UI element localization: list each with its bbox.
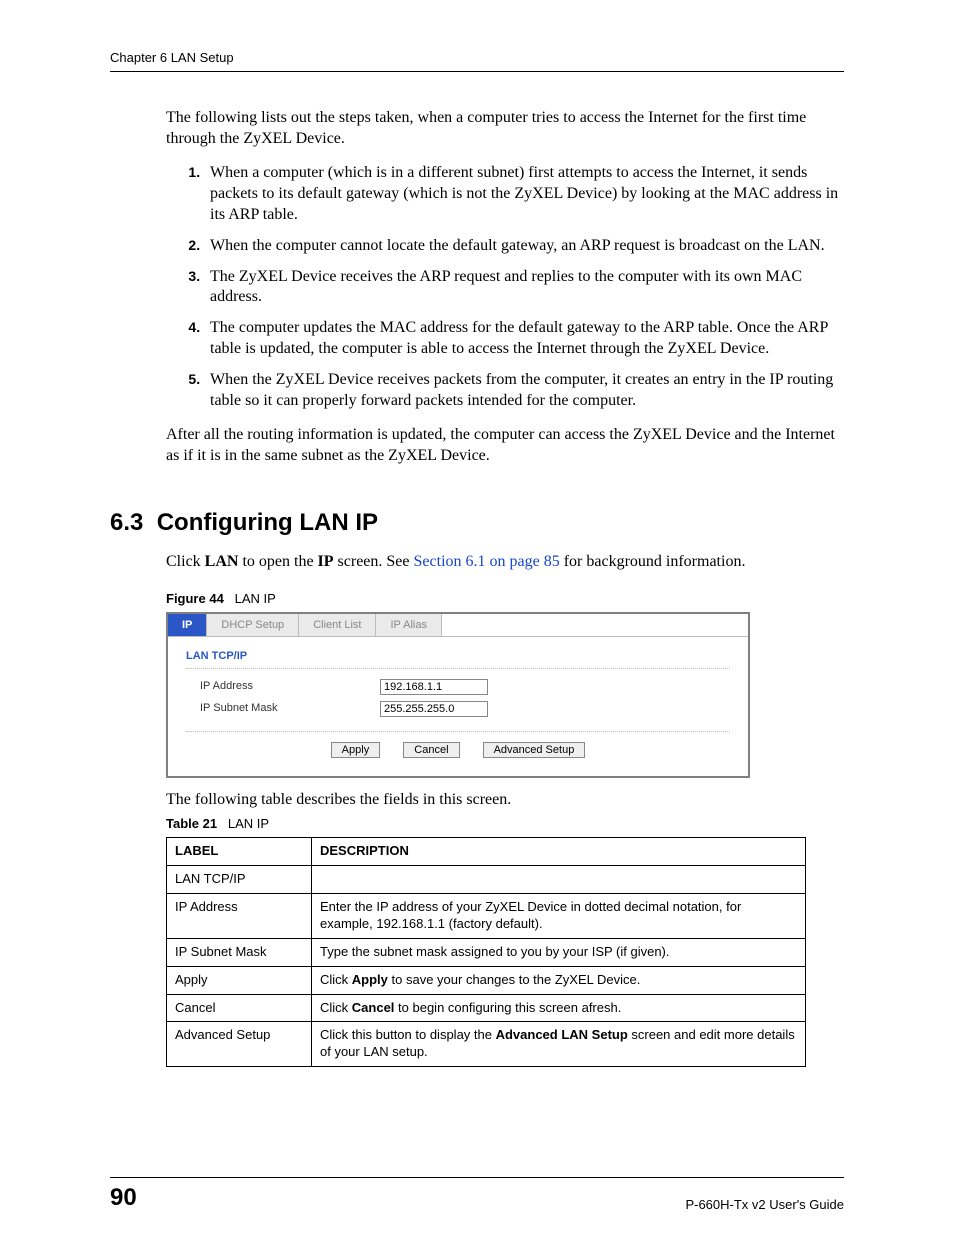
post-figure-paragraph: The following table describes the fields… xyxy=(166,790,844,811)
page-header: Chapter 6 LAN Setup xyxy=(110,50,844,72)
button-row: Apply Cancel Advanced Setup xyxy=(186,731,730,758)
table-row: Cancel Click Cancel to begin configuring… xyxy=(167,994,806,1022)
th-description: DESCRIPTION xyxy=(312,838,806,866)
ip-address-label: IP Address xyxy=(200,679,380,693)
table-row: LAN TCP/IP xyxy=(167,866,806,894)
table-caption: Table 21 LAN IP xyxy=(166,816,844,833)
apply-button[interactable]: Apply xyxy=(331,742,381,758)
step-3: The ZyXEL Device receives the ARP reques… xyxy=(204,267,844,309)
cross-reference-link[interactable]: Section 6.1 on page 85 xyxy=(414,553,560,570)
tab-ip[interactable]: IP xyxy=(168,614,207,636)
figure-tabbar: IP DHCP Setup Client List IP Alias xyxy=(168,614,748,637)
panel-title: LAN TCP/IP xyxy=(186,649,730,668)
section-heading: 6.3 Configuring LAN IP xyxy=(110,507,844,538)
chapter-label: Chapter 6 LAN Setup xyxy=(110,50,234,65)
page-number: 90 xyxy=(110,1182,137,1213)
tab-dhcp-setup[interactable]: DHCP Setup xyxy=(207,614,299,636)
cancel-button[interactable]: Cancel xyxy=(403,742,459,758)
figure-caption: Figure 44 LAN IP xyxy=(166,591,844,608)
click-lan-paragraph: Click LAN to open the IP screen. See Sec… xyxy=(166,552,844,573)
steps-list: When a computer (which is in a different… xyxy=(166,163,844,411)
ip-subnet-mask-label: IP Subnet Mask xyxy=(200,701,380,715)
th-label: LABEL xyxy=(167,838,312,866)
figure-panel: LAN TCP/IP IP Address IP Subnet Mask App… xyxy=(168,637,748,775)
figure-lan-ip: IP DHCP Setup Client List IP Alias LAN T… xyxy=(166,612,750,778)
field-ip-subnet-mask: IP Subnet Mask xyxy=(200,701,730,717)
table-row: Advanced Setup Click this button to disp… xyxy=(167,1022,806,1067)
ip-subnet-mask-input[interactable] xyxy=(380,701,488,717)
table-lan-ip: LABEL DESCRIPTION LAN TCP/IP IP Address … xyxy=(166,837,806,1067)
section-number: 6.3 xyxy=(110,509,143,536)
step-4: The computer updates the MAC address for… xyxy=(204,318,844,360)
field-ip-address: IP Address xyxy=(200,679,730,695)
intro-paragraph: The following lists out the steps taken,… xyxy=(166,108,844,150)
table-header-row: LABEL DESCRIPTION xyxy=(167,838,806,866)
advanced-setup-button[interactable]: Advanced Setup xyxy=(483,742,586,758)
after-paragraph: After all the routing information is upd… xyxy=(166,425,844,467)
step-5: When the ZyXEL Device receives packets f… xyxy=(204,370,844,412)
table-row: IP Subnet Mask Type the subnet mask assi… xyxy=(167,938,806,966)
ip-address-input[interactable] xyxy=(380,679,488,695)
section-title: Configuring LAN IP xyxy=(157,509,378,536)
step-2: When the computer cannot locate the defa… xyxy=(204,236,844,257)
tab-ip-alias[interactable]: IP Alias xyxy=(376,614,442,636)
table-row: IP Address Enter the IP address of your … xyxy=(167,893,806,938)
tab-client-list[interactable]: Client List xyxy=(299,614,376,636)
guide-name: P-660H-Tx v2 User's Guide xyxy=(685,1197,844,1214)
step-1: When a computer (which is in a different… xyxy=(204,163,844,225)
page-footer: 90 P-660H-Tx v2 User's Guide xyxy=(110,1177,844,1213)
table-row: Apply Click Apply to save your changes t… xyxy=(167,966,806,994)
